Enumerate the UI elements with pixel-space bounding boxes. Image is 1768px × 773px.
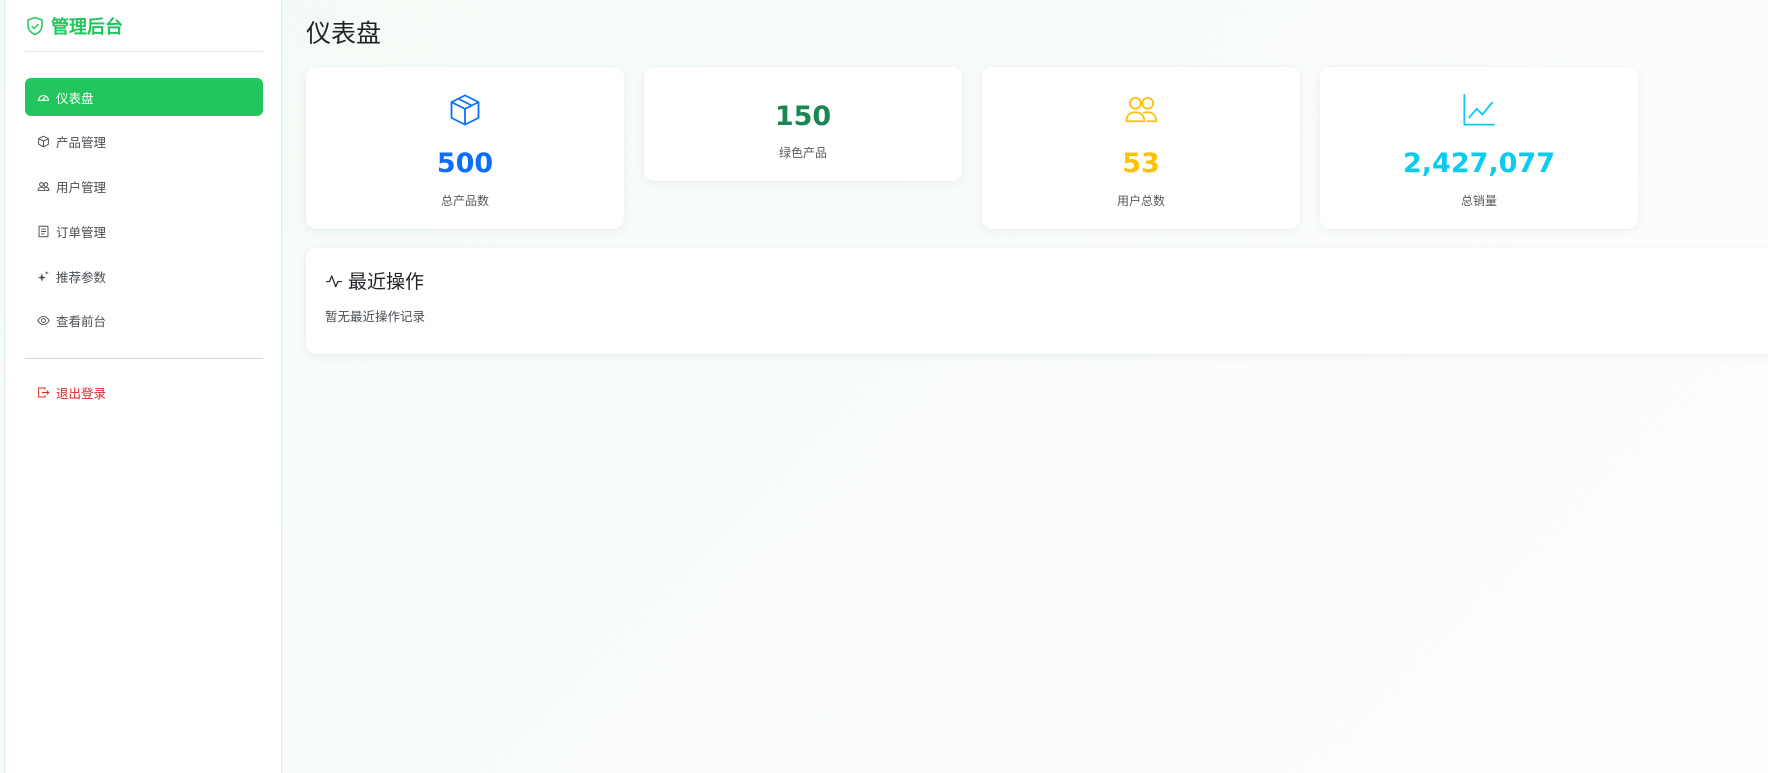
sidebar: 管理后台 仪表盘 产品管理 用户管理 订单管理 推荐参数 查看前台 退出登录 (4, 0, 282, 773)
page-title: 仪表盘 (306, 19, 382, 48)
stars-icon (37, 270, 49, 282)
graph-up-icon (1463, 94, 1495, 126)
shield-check-icon (27, 16, 43, 36)
stat-icon-wrap (306, 92, 624, 128)
stat-card-green-products: 150 绿色产品 (644, 67, 962, 181)
sidebar-item-label: 仪表盘 (56, 90, 94, 106)
speedometer-icon (38, 94, 49, 101)
stat-value: 53 (1122, 148, 1160, 179)
people-icon (1125, 96, 1157, 123)
recent-activity-title: 最近操作 (325, 267, 424, 294)
sidebar-item-label: 推荐参数 (56, 269, 107, 285)
logout-button[interactable]: 退出登录 (25, 373, 263, 411)
sidebar-item-dashboard[interactable]: 仪表盘 (25, 78, 263, 116)
box-icon (450, 94, 480, 126)
brand[interactable]: 管理后台 (25, 12, 123, 40)
eye-icon (37, 316, 50, 326)
sidebar-item-label: 查看前台 (56, 314, 107, 330)
sidebar-item-label: 订单管理 (56, 224, 107, 240)
people-icon (37, 182, 50, 192)
recent-activity-title-text: 最近操作 (348, 271, 425, 293)
receipt-icon (38, 225, 49, 238)
sidebar-item-label: 用户管理 (56, 180, 107, 196)
box-icon (38, 136, 49, 148)
sidebar-item-recommend[interactable]: 推荐参数 (25, 257, 263, 295)
stat-value: 500 (436, 148, 494, 179)
brand-title: 管理后台 (51, 17, 123, 38)
stat-card-total-users: 53 用户总数 (982, 67, 1300, 229)
logout-label: 退出登录 (56, 385, 107, 401)
stat-label: 总产品数 (440, 194, 489, 208)
sidebar-item-label: 产品管理 (56, 135, 107, 151)
sidebar-nav: 仪表盘 产品管理 用户管理 订单管理 推荐参数 查看前台 (25, 78, 263, 347)
sidebar-item-view-frontend[interactable]: 查看前台 (25, 302, 263, 340)
stat-label: 总销量 (1460, 194, 1497, 208)
stat-value: 2,427,077 (1402, 148, 1556, 179)
stat-icon-wrap (1320, 92, 1638, 128)
recent-activity-empty: 暂无最近操作记录 (325, 309, 426, 324)
stat-icon-wrap (982, 92, 1300, 128)
sidebar-item-users[interactable]: 用户管理 (25, 168, 263, 206)
stat-label: 用户总数 (1116, 194, 1165, 208)
sidebar-item-products[interactable]: 产品管理 (25, 123, 263, 161)
stat-value: 150 (774, 101, 832, 132)
sidebar-item-orders[interactable]: 订单管理 (25, 212, 263, 250)
sidebar-divider (25, 358, 263, 359)
recent-activity-card: 最近操作 暂无最近操作记录 (306, 248, 1768, 354)
sidebar-divider (25, 51, 263, 52)
stat-card-total-products: 500 总产品数 (306, 67, 624, 229)
stat-card-total-sales: 2,427,077 总销量 (1320, 67, 1638, 229)
activity-icon (326, 274, 342, 287)
box-arrow-right-icon (38, 387, 50, 397)
stat-label: 绿色产品 (778, 146, 827, 160)
